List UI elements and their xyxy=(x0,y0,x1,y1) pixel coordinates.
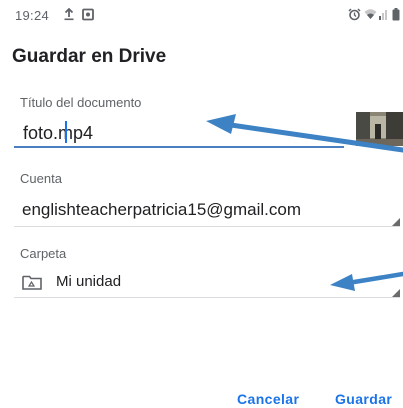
folder-underline xyxy=(14,297,400,298)
cancel-button[interactable]: Cancelar xyxy=(237,391,299,407)
document-title-input[interactable]: foto.mp4 xyxy=(23,123,93,144)
save-button[interactable]: Guardar xyxy=(335,391,392,407)
drive-folder-icon xyxy=(22,275,42,290)
screen-record-icon xyxy=(82,8,94,21)
document-title-label: Título del documento xyxy=(20,95,142,110)
battery-icon xyxy=(392,8,400,21)
annotation-arrow-folder xyxy=(330,271,403,291)
wifi-icon xyxy=(364,9,377,19)
folder-select[interactable]: Mi unidad xyxy=(56,273,121,290)
upload-icon xyxy=(64,8,74,21)
status-bar: 19:24 xyxy=(0,0,403,30)
text-cursor xyxy=(65,121,67,143)
signal-icon xyxy=(379,10,387,20)
account-label: Cuenta xyxy=(20,171,62,186)
folder-label: Carpeta xyxy=(20,246,67,261)
account-select[interactable]: englishteacherpatricia15@gmail.com xyxy=(22,200,301,220)
alarm-icon xyxy=(348,8,361,21)
account-dropdown-icon[interactable] xyxy=(392,218,400,226)
status-time: 19:24 xyxy=(15,8,50,23)
dialog-title: Guardar en Drive xyxy=(12,46,167,67)
account-underline xyxy=(14,226,400,227)
annotation-arrow-title xyxy=(206,114,403,153)
